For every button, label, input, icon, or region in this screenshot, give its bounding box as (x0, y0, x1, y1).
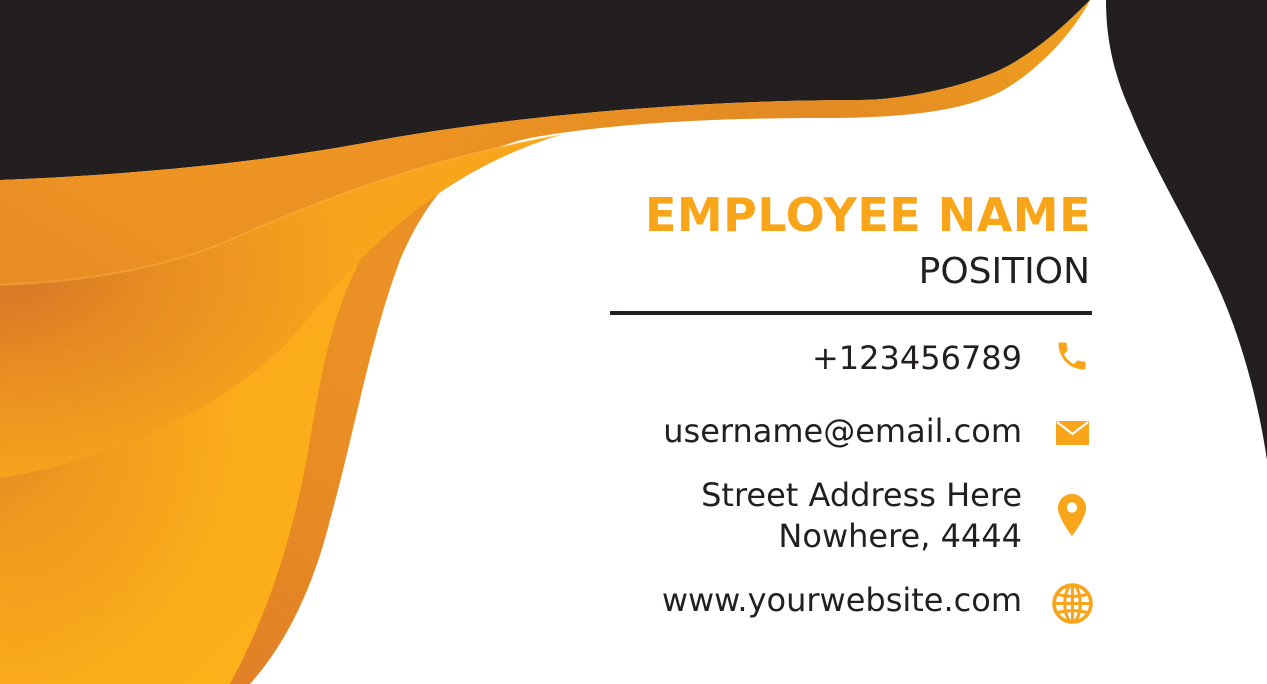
divider-line (610, 311, 1092, 315)
envelope-icon (1056, 421, 1089, 445)
location-pin-icon (1058, 494, 1086, 536)
phone-number: +123456789 (811, 339, 1022, 377)
website-url: www.yourwebsite.com (661, 581, 1022, 619)
employee-name: EMPLOYEE NAME (644, 188, 1091, 242)
globe-icon (1052, 583, 1093, 624)
employee-position: POSITION (918, 251, 1090, 292)
address-line-1: Street Address Here (701, 476, 1022, 514)
phone-icon (1054, 338, 1090, 374)
address-line-2: Nowhere, 4444 (778, 517, 1022, 555)
street-address: Street Address Here Nowhere, 4444 (701, 475, 1022, 557)
email-address: username@email.com (663, 412, 1022, 450)
business-card: EMPLOYEE NAME POSITION +123456789 userna… (0, 0, 1267, 684)
